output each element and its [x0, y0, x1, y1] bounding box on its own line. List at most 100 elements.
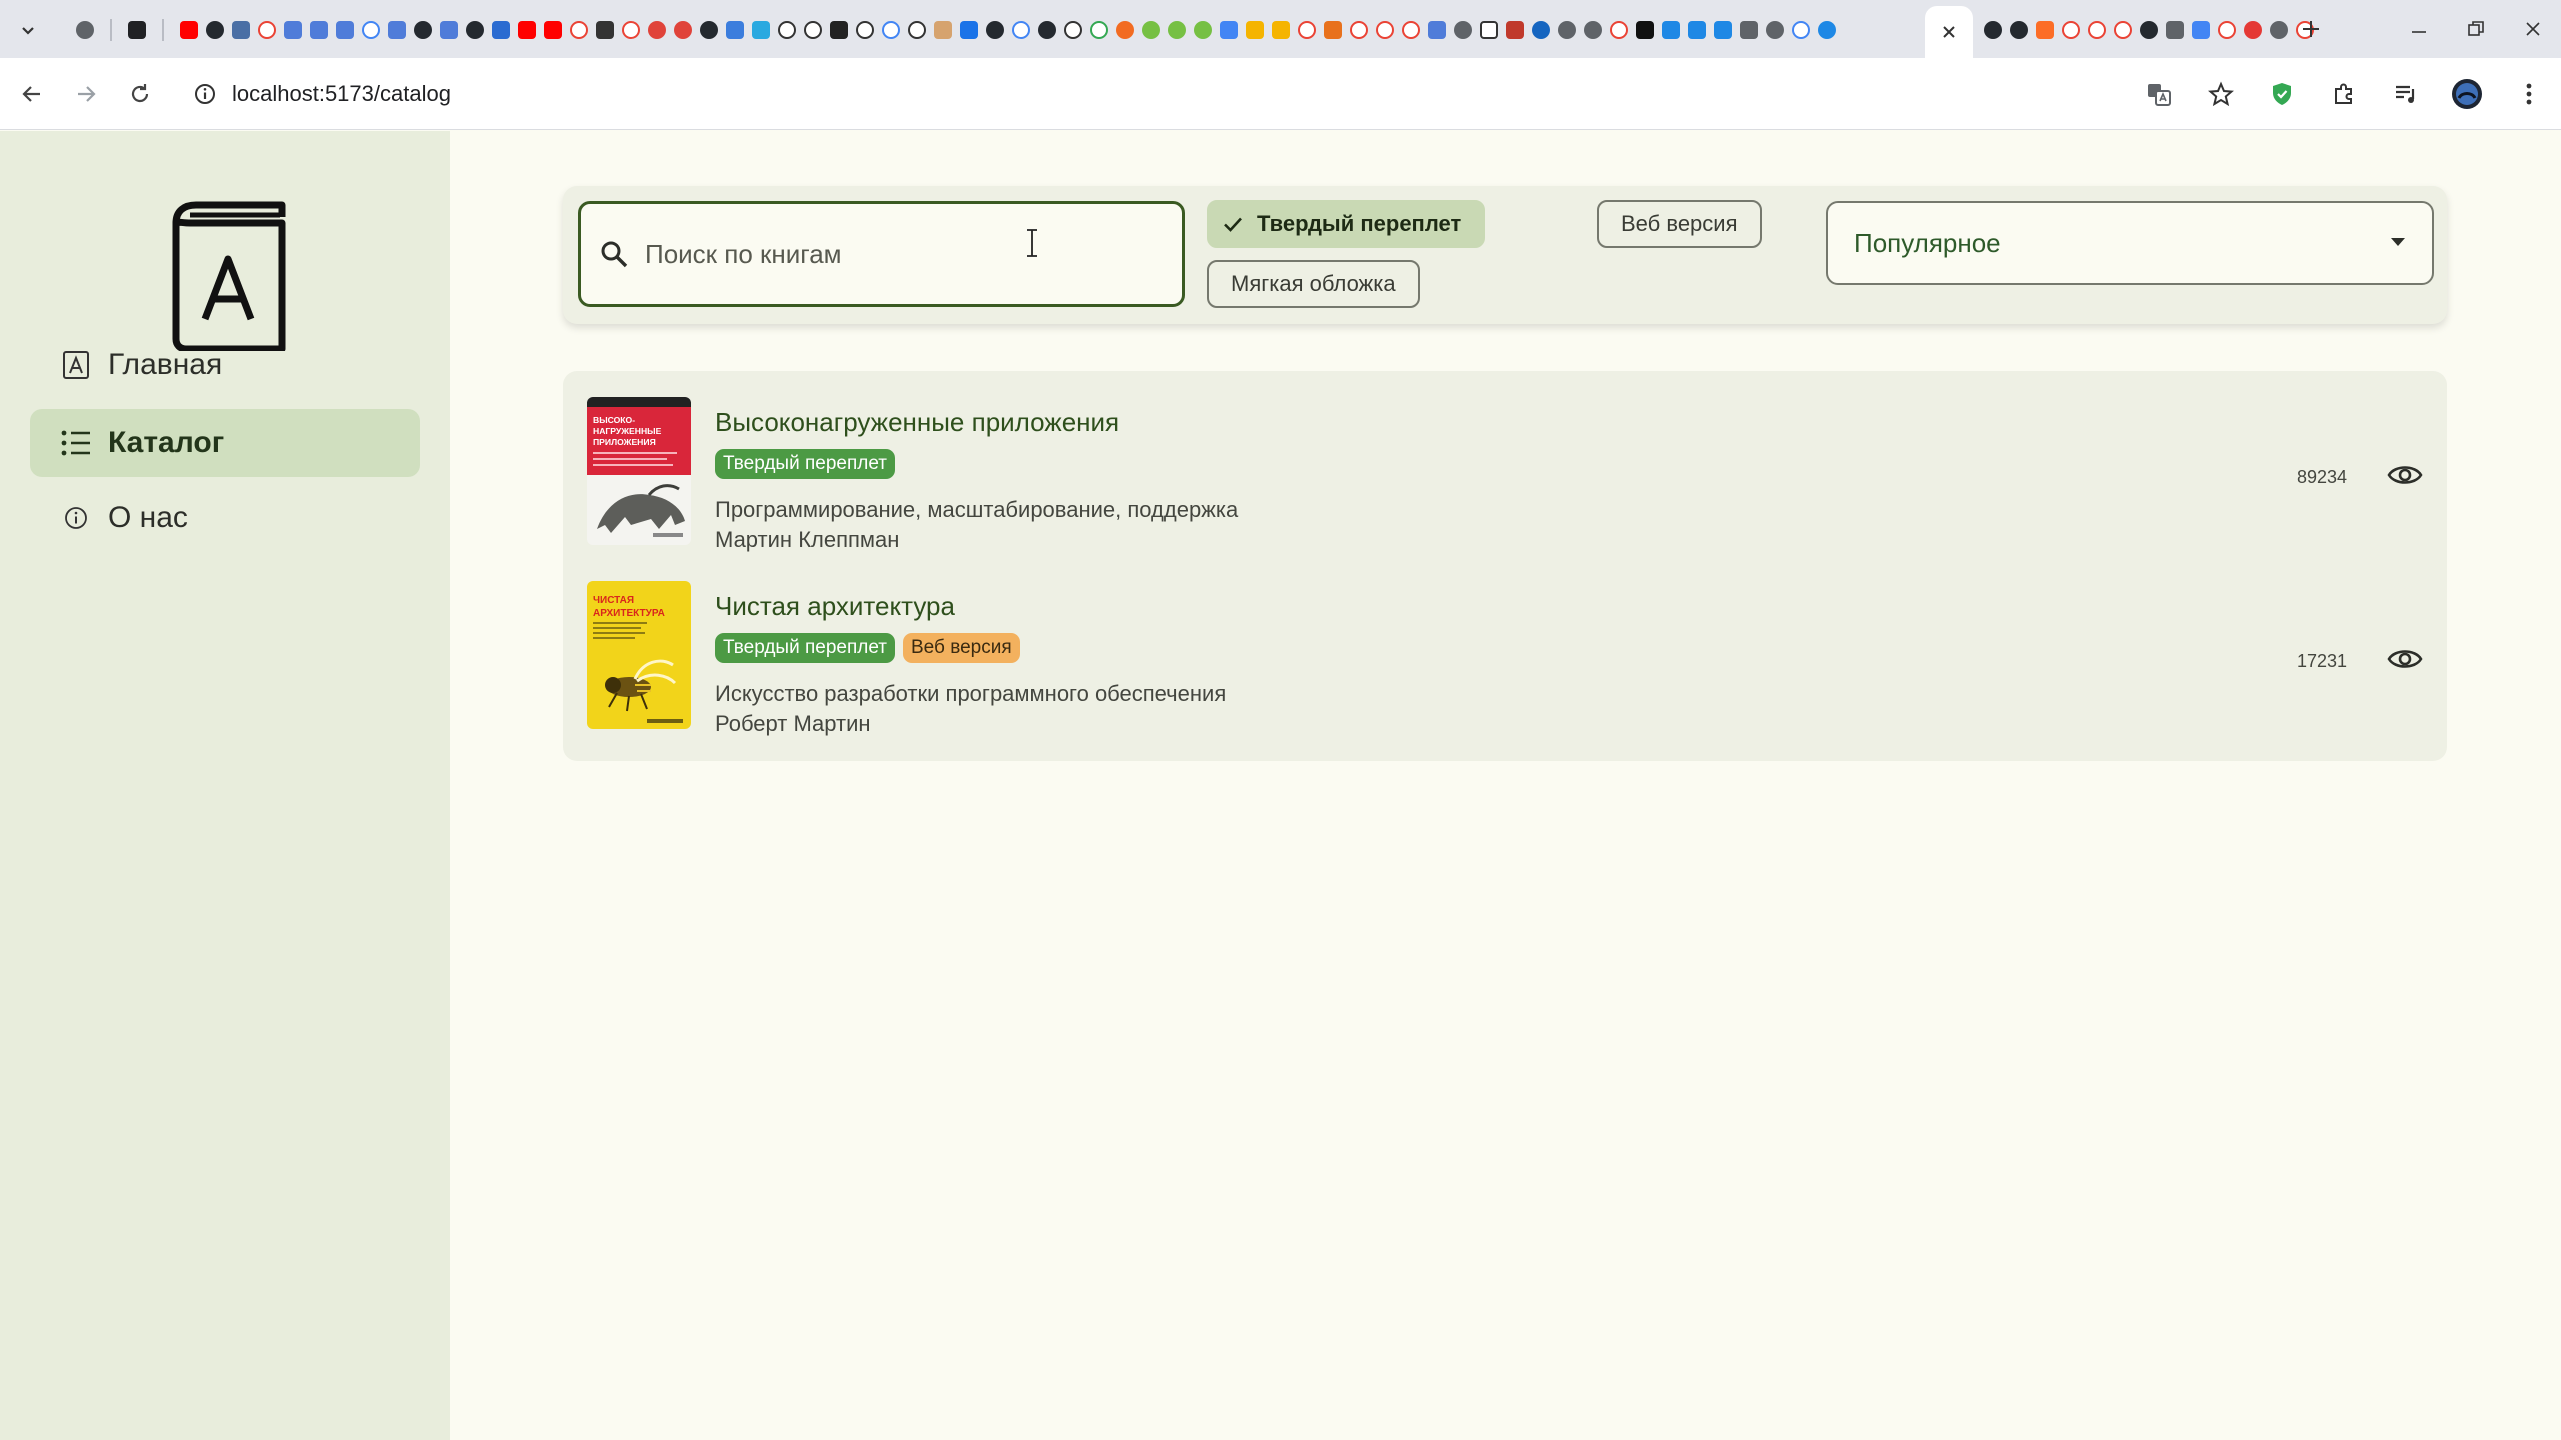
search-field[interactable]: [578, 201, 1185, 307]
profile-button[interactable]: [2449, 76, 2485, 112]
google-icon[interactable]: [1298, 21, 1316, 39]
tab-favicon[interactable]: [2166, 21, 2184, 39]
active-tab[interactable]: [1925, 6, 1973, 58]
new-tab-button[interactable]: [2296, 14, 2326, 44]
chip-paperback[interactable]: Мягкая обложка: [1207, 260, 1420, 308]
google-icon[interactable]: [882, 21, 900, 39]
extensions-button[interactable]: [2326, 76, 2362, 112]
tab-favicon[interactable]: [1194, 21, 1212, 39]
tab-favicon[interactable]: [1532, 21, 1550, 39]
tab-favicon[interactable]: [830, 21, 848, 39]
view-book-button[interactable]: [2385, 455, 2425, 495]
tab-favicon[interactable]: [1818, 21, 1836, 39]
google-icon[interactable]: [1012, 21, 1030, 39]
tab-favicon[interactable]: [726, 21, 744, 39]
tab-favicon[interactable]: [1324, 21, 1342, 39]
chip-hardcover[interactable]: Твердый переплет: [1207, 200, 1486, 248]
github-icon[interactable]: [466, 21, 484, 39]
google-icon[interactable]: [362, 21, 380, 39]
extension-shield-button[interactable]: [2264, 76, 2300, 112]
tab-favicon[interactable]: [1506, 21, 1524, 39]
bookmark-button[interactable]: [2203, 76, 2239, 112]
sort-select[interactable]: Популярное: [1826, 201, 2434, 285]
book-cover[interactable]: ЧИСТАЯ АРХИТЕКТУРА: [587, 581, 691, 729]
openai-icon[interactable]: [908, 21, 926, 39]
github-icon[interactable]: [2010, 21, 2028, 39]
google-icon[interactable]: [2114, 21, 2132, 39]
tab-favicon[interactable]: [440, 21, 458, 39]
tab-favicon[interactable]: [1740, 21, 1758, 39]
tab-favicon[interactable]: [310, 21, 328, 39]
tab-favicon[interactable]: [1558, 21, 1576, 39]
tab-favicon[interactable]: [128, 21, 146, 39]
close-window-icon[interactable]: [2524, 20, 2542, 38]
tab-favicon[interactable]: [1714, 21, 1732, 39]
google-icon[interactable]: [570, 21, 588, 39]
tab-favicon[interactable]: [596, 21, 614, 39]
back-button[interactable]: [16, 78, 48, 110]
minimize-icon[interactable]: [2410, 20, 2428, 38]
tab-favicon[interactable]: [284, 21, 302, 39]
book-cover[interactable]: ВЫСОКО- НАГРУЖЕННЫЕ ПРИЛОЖЕНИЯ: [587, 397, 691, 545]
github-icon[interactable]: [1038, 21, 1056, 39]
tab-favicon[interactable]: [1454, 21, 1472, 39]
youtube-icon[interactable]: [518, 21, 536, 39]
tab-favicon[interactable]: [674, 21, 692, 39]
list-item[interactable]: ВЫСОКО- НАГРУЖЕННЫЕ ПРИЛОЖЕНИЯ Высоконаг…: [563, 397, 2447, 557]
google-icon[interactable]: [1090, 21, 1108, 39]
google-icon[interactable]: [1610, 21, 1628, 39]
tab-favicon[interactable]: [1116, 21, 1134, 39]
google-icon[interactable]: [2088, 21, 2106, 39]
tab-favicon[interactable]: [648, 21, 666, 39]
tab-favicon[interactable]: [336, 21, 354, 39]
list-item[interactable]: ЧИСТАЯ АРХИТЕКТУРА Чистая архитектура Тв…: [563, 581, 2447, 741]
tab-favicon[interactable]: [388, 21, 406, 39]
tab-favicon[interactable]: [2244, 21, 2262, 39]
google-icon[interactable]: [1350, 21, 1368, 39]
tab-favicon[interactable]: [1428, 21, 1446, 39]
chip-web-version[interactable]: Веб версия: [1597, 200, 1762, 248]
address-bar[interactable]: localhost:5173/catalog: [180, 70, 2180, 118]
tab-favicon[interactable]: [492, 21, 510, 39]
tab-favicon[interactable]: [960, 21, 978, 39]
google-icon[interactable]: [1376, 21, 1394, 39]
search-input[interactable]: [645, 238, 1145, 270]
github-icon[interactable]: [206, 21, 224, 39]
google-icon[interactable]: [2218, 21, 2236, 39]
github-icon[interactable]: [1984, 21, 2002, 39]
tab-favicon[interactable]: [1662, 21, 1680, 39]
close-icon[interactable]: [1941, 24, 1957, 40]
wikipedia-icon[interactable]: [1480, 21, 1498, 39]
translate-button[interactable]: [2141, 76, 2177, 112]
reload-button[interactable]: [124, 78, 156, 110]
github-icon[interactable]: [2140, 21, 2158, 39]
tab-favicon[interactable]: [232, 21, 250, 39]
google-icon[interactable]: [1792, 21, 1810, 39]
book-title[interactable]: Высоконагруженные приложения: [715, 407, 1119, 438]
tab-favicon[interactable]: [752, 21, 770, 39]
github-icon[interactable]: [700, 21, 718, 39]
translate-icon[interactable]: [1220, 21, 1238, 39]
google-icon[interactable]: [622, 21, 640, 39]
tab-favicon[interactable]: [1246, 21, 1264, 39]
google-icon[interactable]: [1402, 21, 1420, 39]
site-info-icon[interactable]: [194, 83, 216, 105]
forward-button[interactable]: [70, 78, 102, 110]
tab-search-button[interactable]: [14, 16, 42, 44]
youtube-icon[interactable]: [544, 21, 562, 39]
sidebar-item-catalog[interactable]: Каталог: [30, 409, 420, 477]
translate-icon[interactable]: [2192, 21, 2210, 39]
tab-favicon[interactable]: [1142, 21, 1160, 39]
book-title[interactable]: Чистая архитектура: [715, 591, 955, 622]
google-icon[interactable]: [2062, 21, 2080, 39]
app-logo[interactable]: [160, 201, 290, 353]
gitlab-icon[interactable]: [2036, 21, 2054, 39]
menu-button[interactable]: [2511, 76, 2547, 112]
openai-icon[interactable]: [778, 21, 796, 39]
restore-icon[interactable]: [2467, 20, 2485, 38]
tab-favicon[interactable]: [934, 21, 952, 39]
view-book-button[interactable]: [2385, 639, 2425, 679]
tab-favicon[interactable]: [1584, 21, 1602, 39]
google-icon[interactable]: [258, 21, 276, 39]
tab-favicon[interactable]: [1168, 21, 1186, 39]
